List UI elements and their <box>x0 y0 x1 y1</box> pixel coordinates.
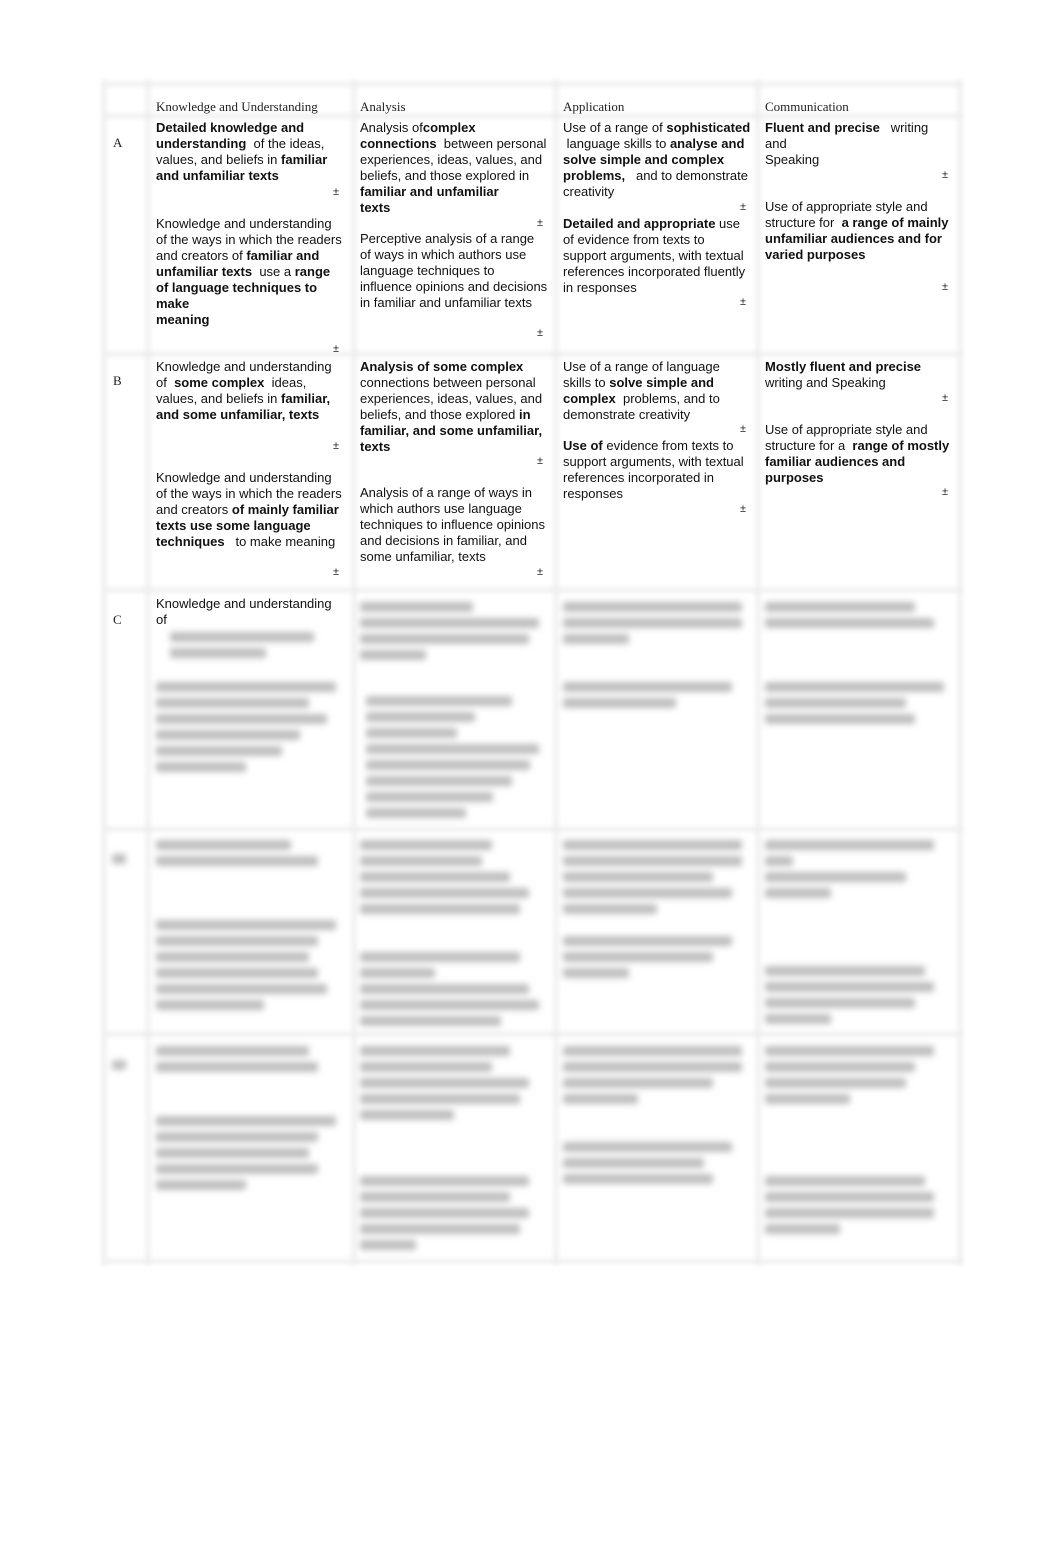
obscured-content <box>156 1110 336 1196</box>
grid-line <box>100 80 108 1265</box>
grid-line <box>104 350 962 358</box>
criterion-cell: Use of evidence from texts to support ar… <box>563 438 744 501</box>
grid-line <box>956 80 964 1265</box>
criterion-cell: Use of a range of sophisticated language… <box>563 120 751 199</box>
criterion-cell: Use of appropriate style and structure f… <box>765 199 949 262</box>
column-header-knowledge: Knowledge and Understanding <box>156 99 318 114</box>
plus-minus-marker: ± <box>942 392 949 404</box>
criterion-cell: Perceptive analysis of a range of ways i… <box>360 231 548 310</box>
plus-minus-marker: ± <box>740 296 747 308</box>
obscured-content <box>765 834 953 904</box>
obscured-content <box>360 1040 548 1126</box>
grid-line <box>350 80 358 1265</box>
criterion-cell: Knowledge and understanding of the ways … <box>156 216 342 327</box>
obscured-content <box>563 1136 751 1190</box>
obscured-content <box>360 946 548 1032</box>
column-header-communication: Communication <box>765 99 849 114</box>
criterion-cell: Mostly fluent and precise writing and Sp… <box>765 359 922 390</box>
obscured-row-label <box>112 1054 132 1076</box>
obscured-content <box>765 1170 953 1240</box>
plus-minus-marker: ± <box>537 566 544 578</box>
obscured-content <box>360 1170 548 1256</box>
grid-line <box>104 825 962 833</box>
obscured-content <box>156 834 336 872</box>
plus-minus-marker: ± <box>333 343 340 355</box>
obscured-content <box>360 834 548 920</box>
obscured-content <box>563 930 751 984</box>
criterion-cell: Use of appropriate style and structure f… <box>765 422 950 485</box>
obscured-content <box>765 960 953 1030</box>
plus-minus-marker: ± <box>537 217 544 229</box>
criterion-cell: Analysis of a range of ways in which aut… <box>360 485 546 564</box>
obscured-content <box>563 676 751 714</box>
obscured-content <box>156 914 336 1016</box>
row-label-a: A <box>113 135 123 150</box>
plus-minus-marker: ± <box>333 440 340 452</box>
obscured-content <box>156 676 336 778</box>
rubric-table: Knowledge and Understanding Analysis App… <box>100 80 964 1265</box>
plus-minus-marker: ± <box>942 169 949 181</box>
obscured-content <box>366 690 548 824</box>
criterion-cell: Knowledge and understanding of the ways … <box>156 470 342 549</box>
obscured-content <box>765 1040 953 1110</box>
obscured-content <box>563 1040 751 1110</box>
obscured-content <box>563 596 751 650</box>
obscured-content <box>563 834 751 920</box>
obscured-row-label <box>112 848 132 870</box>
grid-line <box>104 586 962 594</box>
plus-minus-marker: ± <box>333 566 340 578</box>
criterion-cell: Analysis ofcomplex connections between p… <box>360 120 547 215</box>
criterion-cell: Fluent and precise writing and Speaking <box>765 120 929 167</box>
grid-line <box>552 80 560 1265</box>
obscured-content <box>156 1040 336 1078</box>
criterion-cell: Knowledge and understanding of some comp… <box>156 359 332 422</box>
grid-line <box>144 80 152 1265</box>
row-label-c: C <box>113 612 122 627</box>
obscured-content <box>360 596 548 666</box>
criterion-cell: Use of a range of language skills to sol… <box>563 359 720 422</box>
plus-minus-marker: ± <box>740 503 747 515</box>
criterion-cell: Knowledge and understanding of <box>156 596 332 627</box>
grid-line <box>104 80 962 88</box>
plus-minus-marker: ± <box>537 327 544 339</box>
criterion-cell: Detailed knowledge and understanding of … <box>156 120 328 183</box>
row-label-b: B <box>113 373 122 388</box>
criterion-cell: Analysis of some complex connections bet… <box>360 359 543 454</box>
plus-minus-marker: ± <box>333 186 340 198</box>
obscured-content <box>765 676 953 730</box>
obscured-content <box>170 626 330 664</box>
plus-minus-marker: ± <box>537 455 544 467</box>
plus-minus-marker: ± <box>942 281 949 293</box>
plus-minus-marker: ± <box>740 201 747 213</box>
obscured-content <box>765 596 953 634</box>
grid-line <box>104 1257 962 1265</box>
plus-minus-marker: ± <box>942 486 949 498</box>
plus-minus-marker: ± <box>740 423 747 435</box>
column-header-application: Application <box>563 99 625 114</box>
criterion-cell: Detailed and appropriate use of evidence… <box>563 216 746 295</box>
column-header-analysis: Analysis <box>360 99 406 114</box>
grid-line <box>754 80 762 1265</box>
